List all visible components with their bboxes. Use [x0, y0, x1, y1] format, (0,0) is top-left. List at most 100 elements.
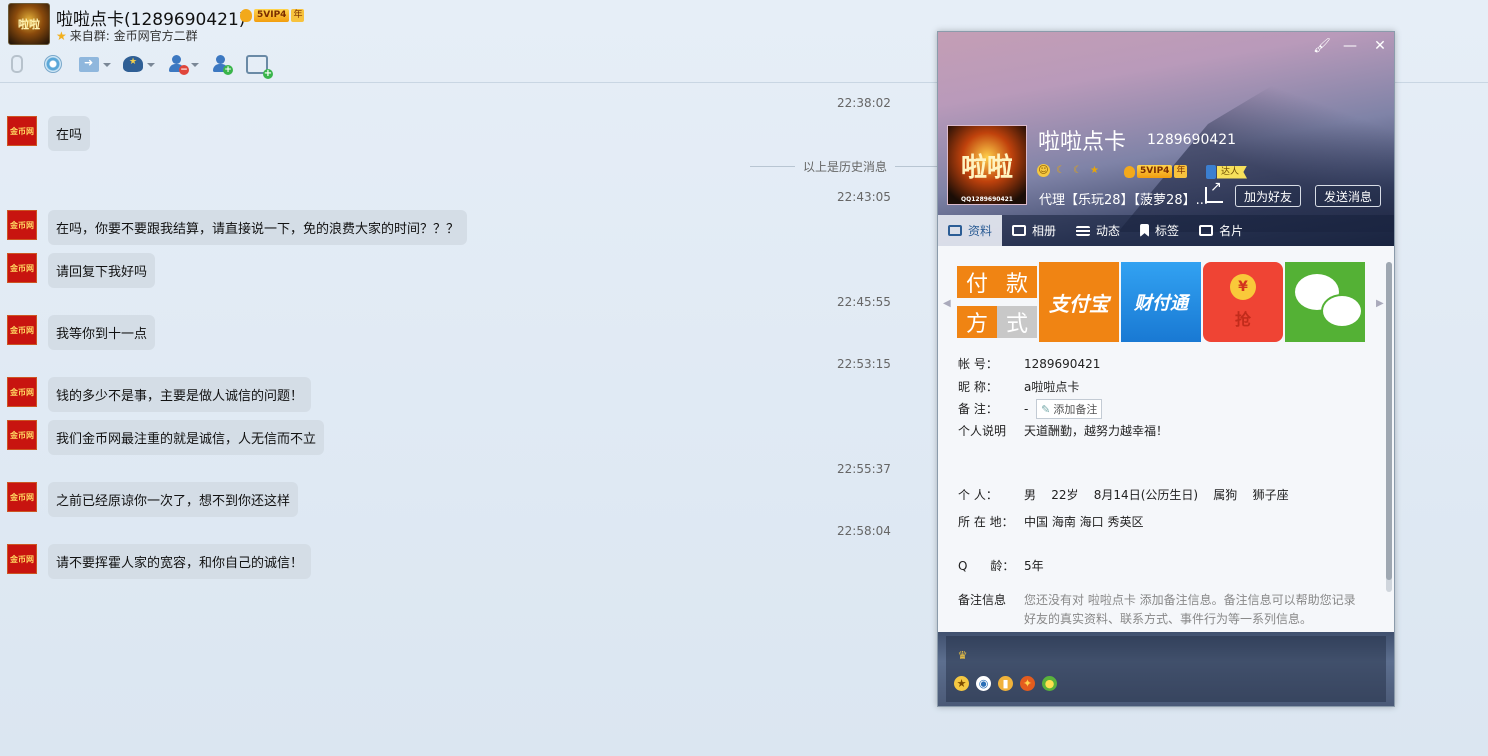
message-bubble[interactable]: 我们金币网最注重的就是诚信，人无信而不立	[48, 420, 325, 455]
profile-card: 🖌 — ✕ 啦啦 QQ1289690421 啦啦点卡 1289690421 ☺ …	[937, 31, 1395, 707]
tab-label: 标签	[1155, 224, 1180, 238]
contact-avatar[interactable]: 啦啦	[8, 3, 50, 45]
field-account: 帐 号： 1289690421	[958, 355, 1100, 372]
timestamp: 22:58:04	[837, 524, 891, 538]
profile-qq-number: 1289690421	[1147, 132, 1237, 148]
video-button[interactable]	[42, 53, 64, 75]
qq-level-icons[interactable]: ☺ ☾ ☾ ★	[1037, 164, 1101, 177]
note-text: 您还没有对 啦啦点卡 添加备注信息。备注信息可以帮助您记录	[1024, 593, 1356, 607]
photo-char: 式	[997, 306, 1037, 338]
field-value: a啦啦点卡	[1024, 380, 1080, 394]
field-personal: 个 人： 男 22岁 8月14日(公历生日) 属狗 狮子座	[958, 486, 1289, 503]
tab-label: 资料	[968, 224, 993, 238]
profile-avatar[interactable]: 啦啦 QQ1289690421	[947, 125, 1027, 205]
tab-label: 名片	[1219, 224, 1244, 238]
field-value: 中国 海南 海口 秀英区	[1024, 515, 1144, 529]
field-label: 个人说明	[958, 424, 1007, 438]
sender-avatar[interactable]: 金币网	[7, 315, 37, 345]
profile-vip-badge[interactable]: 5VIP4 年	[1124, 165, 1188, 178]
star-icon: ★	[1090, 165, 1099, 176]
moon-icon: ☾	[1056, 165, 1065, 176]
tab-tags[interactable]: 标签	[1130, 215, 1189, 246]
send-message-button[interactable]: 发送消息	[1315, 185, 1382, 207]
message-bubble[interactable]: 之前已经原谅你一次了，想不到你还这样	[48, 482, 299, 517]
sender-avatar[interactable]: 金币网	[7, 420, 37, 450]
group-source: ★ 来自群: 金币网官方二群	[56, 27, 198, 44]
photo-payment-methods[interactable]: 付 款 方 式	[957, 262, 1037, 342]
photo-char: 款	[997, 266, 1037, 298]
field-value: 男 22岁 8月14日(公历生日) 属狗 狮子座	[1024, 488, 1289, 502]
tab-album[interactable]: 相册	[1002, 215, 1066, 246]
photo-tenpay[interactable]: 财付通	[1121, 262, 1201, 342]
message-bubble[interactable]: 钱的多少不是事，主要是做人诚信的问题！	[48, 377, 312, 412]
business-card-icon	[1199, 225, 1214, 236]
field-value: -	[1024, 402, 1029, 416]
chevron-left-icon[interactable]: ◀	[943, 298, 951, 309]
gift-icon[interactable]: ●	[1042, 676, 1057, 691]
sender-avatar[interactable]: 金币网	[7, 253, 37, 283]
badge-icon[interactable]: ✦	[1020, 676, 1035, 691]
message-bubble[interactable]: 请回复下我好吗	[48, 253, 156, 288]
add-contact-button[interactable]: +	[210, 53, 233, 75]
profile-name: 啦啦点卡	[1038, 130, 1127, 155]
add-remark-button[interactable]: 添加备注	[1036, 399, 1103, 419]
mic-icon	[11, 55, 23, 73]
timestamp: 22:45:55	[837, 295, 891, 309]
add-friend-button[interactable]: 加为好友	[1235, 185, 1302, 207]
photo-icon	[1012, 225, 1027, 236]
timestamp: 22:55:37	[837, 462, 891, 476]
sender-avatar[interactable]: 金币网	[7, 544, 37, 574]
sender-avatar[interactable]: 金币网	[7, 377, 37, 407]
star-icon: ★	[56, 29, 67, 43]
remove-contact-button[interactable]: −	[166, 53, 199, 75]
profile-info-panel: ◀ 付 款 方 式 支付宝 财付通 ¥ 抢 ▶ 帐 号： 1289690421 昵	[938, 246, 1394, 632]
history-label: 以上是历史消息	[803, 160, 888, 174]
tab-card[interactable]: 名片	[1189, 215, 1253, 246]
sender-avatar[interactable]: 金币网	[7, 116, 37, 146]
message-bubble[interactable]: 我等你到十一点	[48, 315, 156, 350]
profile-footer: ♛ ★ ◉ ▮ ✦ ●	[938, 632, 1394, 706]
brush-icon: 🖌	[1313, 38, 1331, 54]
voice-button[interactable]	[6, 53, 28, 75]
tab-profile[interactable]: 资料	[938, 215, 1003, 246]
message-bubble[interactable]: 在吗，你要不要跟我结算，请直接说一下，免的浪费大家的时间？？？	[48, 210, 468, 245]
crown-icon	[240, 8, 252, 22]
field-remark: 备 注： - 添加备注	[958, 399, 1103, 419]
field-label: 备 注：	[958, 402, 998, 416]
minimize-icon: —	[1343, 38, 1357, 54]
new-message-button[interactable]	[246, 53, 273, 79]
message-row: 金币网 我等你到十一点	[7, 315, 156, 350]
sender-avatar[interactable]: 金币网	[7, 482, 37, 512]
from-group: 金币网官方二群	[113, 29, 198, 43]
message-bubble[interactable]: 请不要挥霍人家的宽容，和你自己的诚信！	[48, 544, 312, 579]
eye-icon[interactable]: ◉	[976, 676, 991, 691]
qq-pet-icon[interactable]: ♛	[955, 648, 970, 663]
tab-label: 相册	[1032, 224, 1057, 238]
chevron-right-icon[interactable]: ▶	[1376, 298, 1384, 309]
sun-icon: ☺	[1037, 164, 1050, 177]
share-icon[interactable]	[1205, 179, 1223, 203]
star-icon[interactable]: ★	[954, 676, 969, 691]
send-file-button[interactable]	[78, 53, 111, 75]
bookmark-icon	[1140, 224, 1150, 237]
daren-badge[interactable]: 达人	[1206, 165, 1248, 179]
message-bubble[interactable]: 在吗	[48, 116, 91, 151]
message-row: 金币网 之前已经原谅你一次了，想不到你还这样	[7, 482, 299, 517]
photo-wechat[interactable]	[1285, 262, 1365, 342]
profile-signature[interactable]: 代理【乐玩28】【菠萝28】...	[1039, 189, 1211, 208]
camera-icon	[44, 55, 62, 73]
field-nickname: 昵 称： a啦啦点卡	[958, 378, 1079, 395]
remote-assist-button[interactable]	[122, 53, 155, 75]
skin-button[interactable]: 🖌	[1312, 38, 1332, 54]
shield-icon[interactable]: ▮	[998, 676, 1013, 691]
tab-feed[interactable]: 动态	[1066, 215, 1130, 246]
minimize-button[interactable]: —	[1340, 38, 1360, 54]
vip-badge[interactable]: 5VIP4 年	[240, 8, 305, 22]
scrollbar[interactable]	[1386, 262, 1392, 592]
close-button[interactable]: ✕	[1370, 38, 1390, 54]
sender-avatar[interactable]: 金币网	[7, 210, 37, 240]
photo-strip: 付 款 方 式 支付宝 财付通 ¥ 抢	[957, 262, 1365, 342]
photo-alipay[interactable]: 支付宝	[1039, 262, 1119, 342]
photo-red-envelope[interactable]: ¥ 抢	[1203, 262, 1283, 342]
close-icon: ✕	[1374, 38, 1386, 54]
